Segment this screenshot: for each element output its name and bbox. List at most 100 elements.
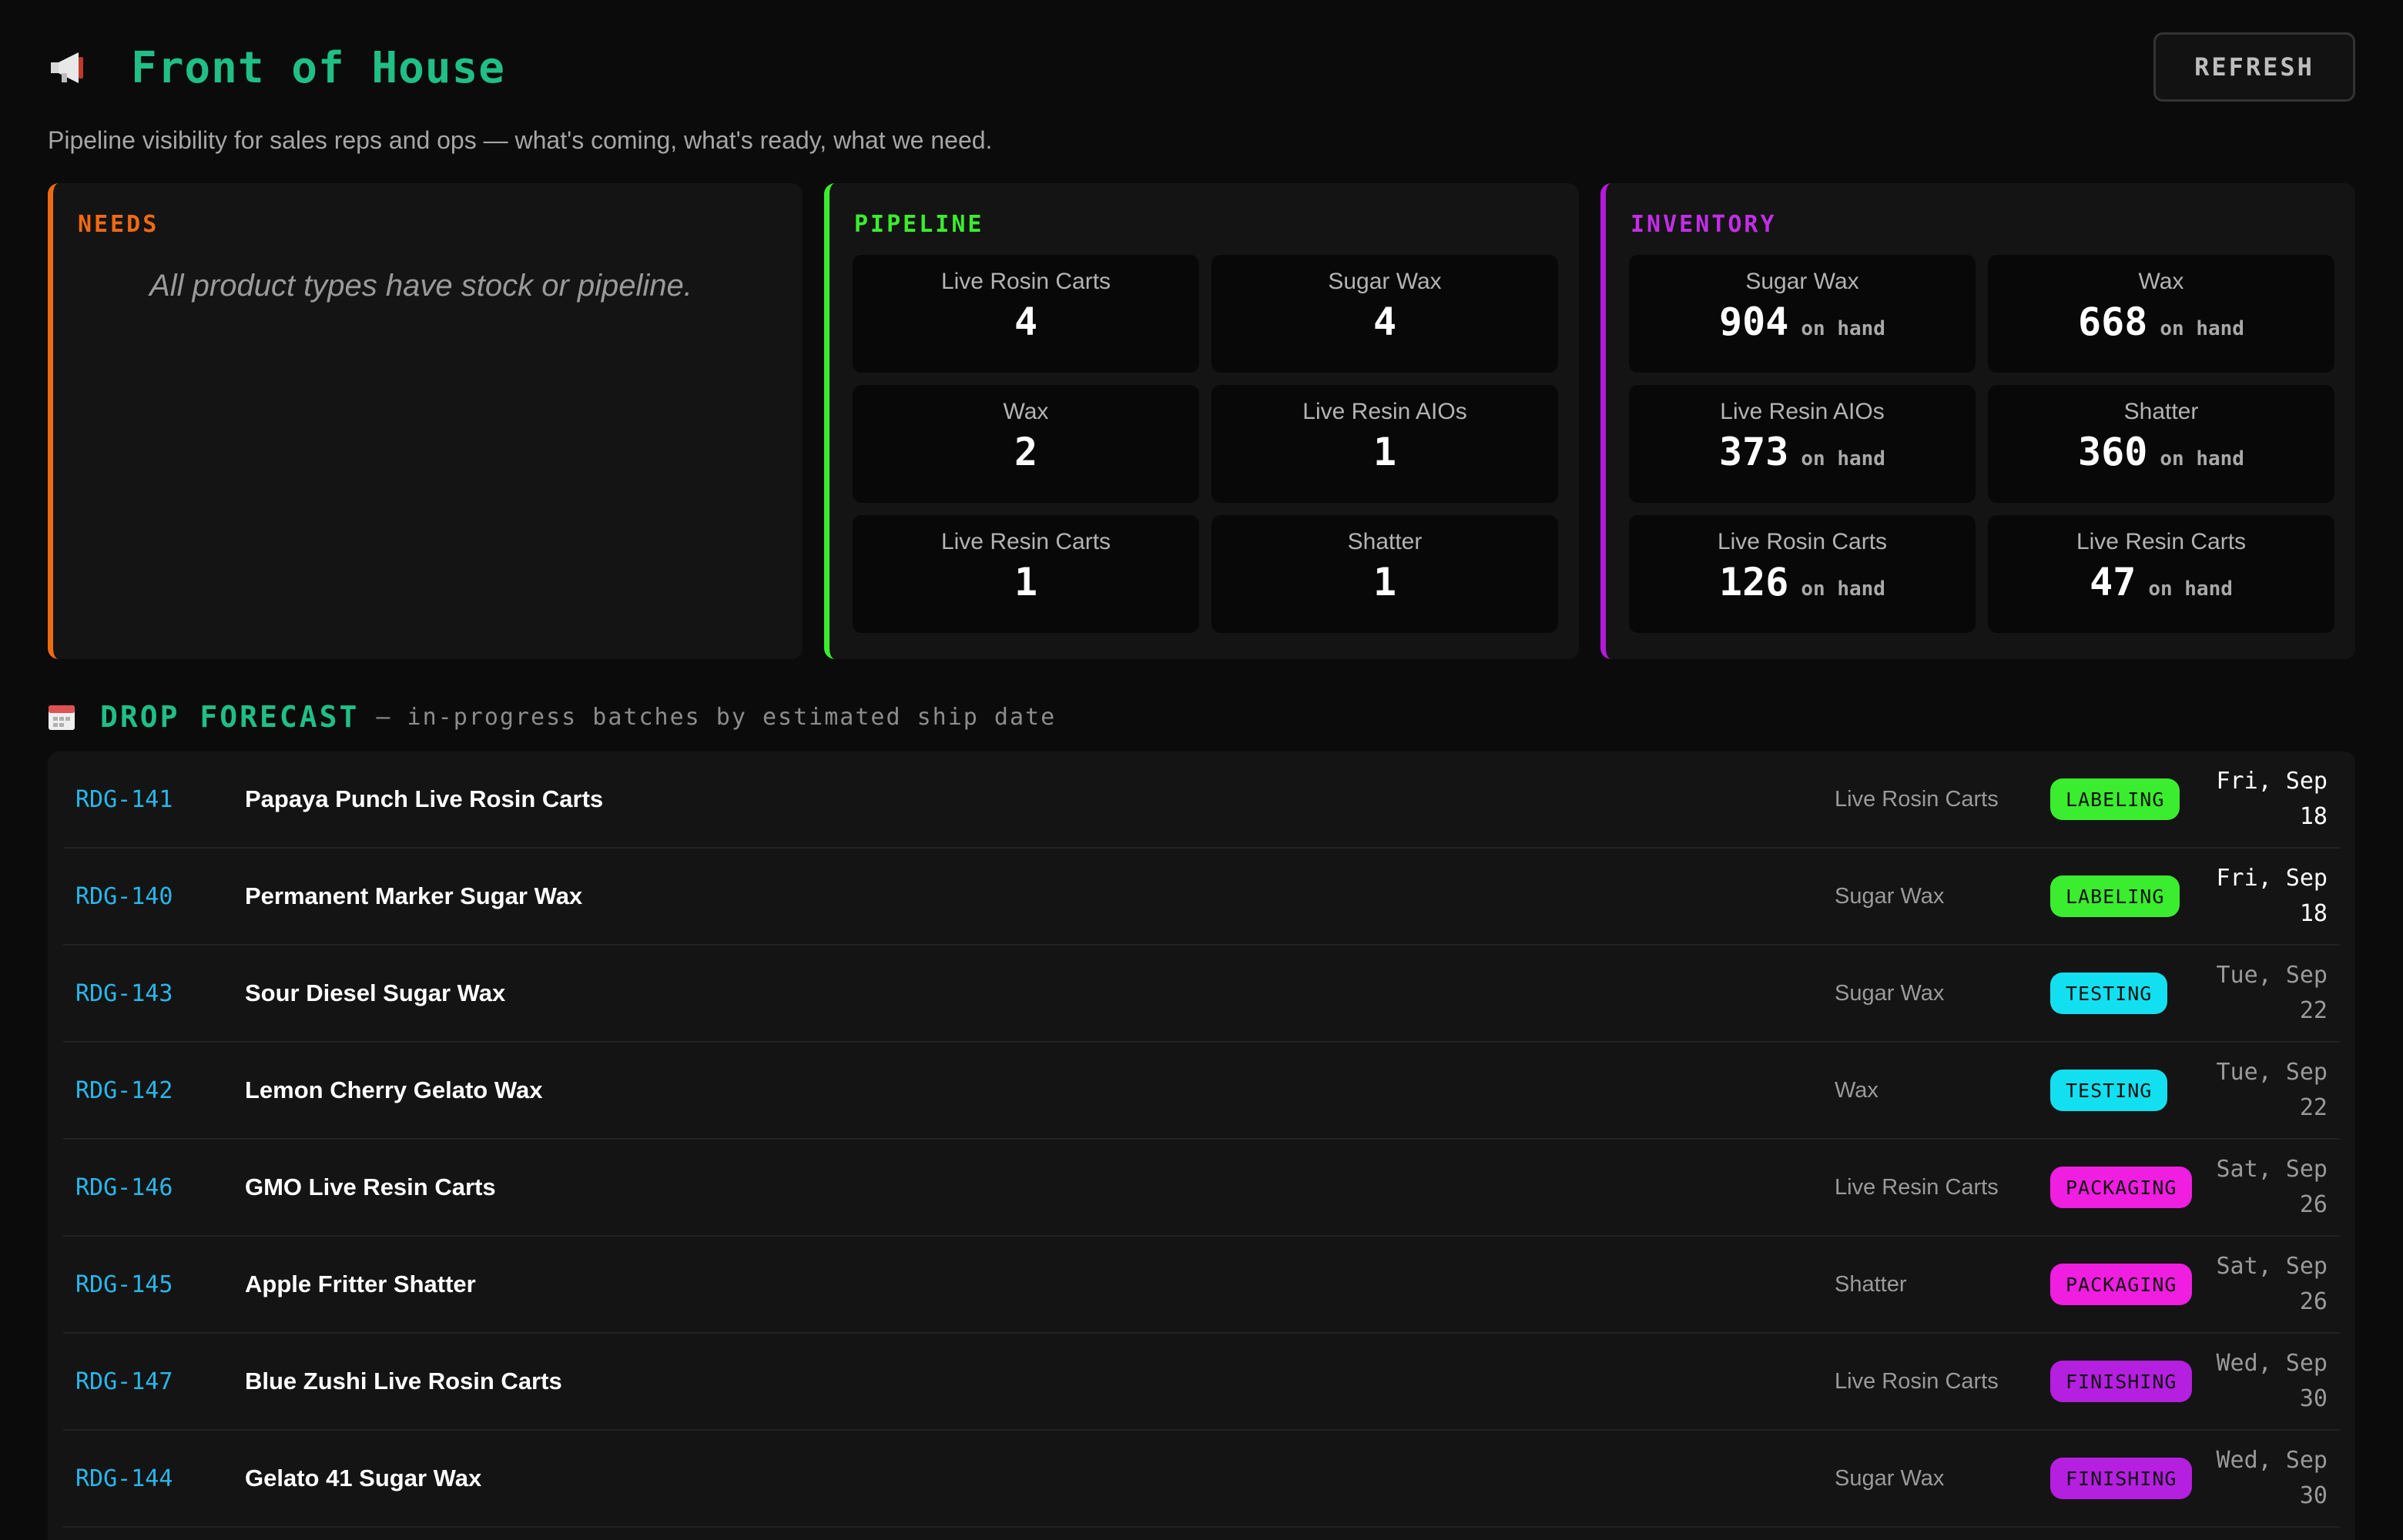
ship-date: Wed, Sep 30 bbox=[2216, 1350, 2328, 1412]
batch-type: Sugar Wax bbox=[1835, 980, 1945, 1006]
tile-label: Sugar Wax bbox=[1328, 269, 1442, 294]
ship-date: Sat, Sep 26 bbox=[2216, 1156, 2328, 1218]
tile-label: Live Resin AIOs bbox=[1302, 399, 1467, 424]
pipeline-tile: Wax 2 bbox=[853, 385, 1199, 503]
batch-id[interactable]: RDG-144 bbox=[75, 1465, 173, 1492]
inventory-tile: Wax 668 on hand bbox=[1988, 255, 2334, 373]
forecast-row[interactable]: RDG-145 Apple Fritter Shatter Shatter PA… bbox=[63, 1237, 2340, 1334]
needs-panel: NEEDS All product types have stock or pi… bbox=[48, 183, 803, 659]
tile-label: Live Resin Carts bbox=[940, 529, 1111, 554]
inventory-tile: Live Resin Carts 47 on hand bbox=[1988, 515, 2334, 633]
batch-type: Live Rosin Carts bbox=[1835, 1368, 1999, 1394]
ship-date: Tue, Sep 22 bbox=[2216, 962, 2328, 1024]
inventory-tile: Live Rosin Carts 126 on hand bbox=[1629, 515, 1976, 633]
tile-label: Live Resin AIOs bbox=[1720, 399, 1885, 424]
tile-unit: on hand bbox=[1801, 447, 1885, 470]
batch-id[interactable]: RDG-140 bbox=[75, 883, 173, 910]
forecast-header: DROP FORECAST — in-progress batches by e… bbox=[48, 698, 1056, 736]
status-badge: TESTING bbox=[2050, 1070, 2168, 1111]
tile-label: Sugar Wax bbox=[1745, 269, 1859, 294]
refresh-button[interactable]: REFRESH bbox=[2153, 32, 2355, 102]
batch-name: Gelato 41 Sugar Wax bbox=[245, 1465, 482, 1491]
pipeline-panel: PIPELINE Live Rosin Carts 4 Sugar Wax 4 Wa… bbox=[824, 183, 1579, 659]
page-title: Front of House bbox=[131, 42, 506, 93]
status-badge: TESTING bbox=[2050, 973, 2168, 1014]
tile-value: 1 bbox=[1372, 560, 1397, 604]
forecast-row[interactable]: RDG-147 Blue Zushi Live Rosin Carts Live… bbox=[63, 1334, 2340, 1431]
batch-id[interactable]: RDG-143 bbox=[75, 980, 173, 1007]
batch-name: Sour Diesel Sugar Wax bbox=[245, 979, 506, 1006]
status-badge: PACKAGING bbox=[2050, 1167, 2193, 1208]
megaphone-icon bbox=[48, 46, 91, 89]
tile-value: 1 bbox=[1372, 430, 1397, 474]
pipeline-tile: Live Resin Carts 1 bbox=[853, 515, 1199, 633]
inventory-tile: Live Resin AIOs 373 on hand bbox=[1629, 385, 1976, 503]
tile-label: Wax bbox=[1003, 399, 1049, 424]
batch-type: Wax bbox=[1835, 1077, 1878, 1103]
batch-type: Sugar Wax bbox=[1835, 1465, 1945, 1491]
ship-date: Tue, Sep 22 bbox=[2216, 1059, 2328, 1121]
ship-date: Fri, Sep 18 bbox=[2216, 768, 2328, 830]
ship-date: Fri, Sep 18 bbox=[2216, 865, 2328, 927]
status-badge: FINISHING bbox=[2050, 1361, 2193, 1402]
tile-label: Shatter bbox=[1347, 529, 1423, 554]
forecast-row[interactable]: RDG-140 Permanent Marker Sugar Wax Sugar… bbox=[63, 849, 2340, 946]
batch-id[interactable]: RDG-145 bbox=[75, 1271, 173, 1298]
tile-value: 373 bbox=[1719, 430, 1789, 474]
batch-name: Lemon Cherry Gelato Wax bbox=[245, 1076, 543, 1103]
batch-name: GMO Live Resin Carts bbox=[245, 1173, 496, 1200]
batch-name: Permanent Marker Sugar Wax bbox=[245, 882, 583, 909]
forecast-title: DROP FORECAST bbox=[100, 700, 360, 734]
pipeline-title: PIPELINE bbox=[854, 211, 984, 238]
tile-value: 360 bbox=[2078, 430, 2148, 474]
forecast-row[interactable]: RDG-143 Sour Diesel Sugar Wax Sugar Wax … bbox=[63, 946, 2340, 1043]
tile-unit: on hand bbox=[2160, 447, 2244, 470]
forecast-row[interactable]: RDG-142 Lemon Cherry Gelato Wax Wax TEST… bbox=[63, 1043, 2340, 1140]
batch-name: Blue Zushi Live Rosin Carts bbox=[245, 1368, 562, 1394]
ship-date: Wed, Sep 30 bbox=[2216, 1447, 2328, 1509]
pipeline-tile: Shatter 1 bbox=[1212, 515, 1558, 633]
tile-label: Wax bbox=[2138, 269, 2184, 294]
tile-value: 1 bbox=[1014, 560, 1038, 604]
tile-unit: on hand bbox=[1801, 317, 1885, 340]
tile-value: 904 bbox=[1719, 300, 1789, 344]
tile-unit: on hand bbox=[2160, 317, 2244, 340]
tile-value: 2 bbox=[1014, 430, 1038, 474]
page-subtitle: Pipeline visibility for sales reps and o… bbox=[48, 126, 993, 154]
forecast-row[interactable]: RDG-144 Gelato 41 Sugar Wax Sugar Wax FI… bbox=[63, 1431, 2340, 1528]
tile-unit: on hand bbox=[1801, 578, 1885, 601]
tile-unit: on hand bbox=[2148, 578, 2233, 601]
pipeline-tile: Live Resin AIOs 1 bbox=[1212, 385, 1558, 503]
batch-id[interactable]: RDG-141 bbox=[75, 786, 173, 813]
batch-id[interactable]: RDG-142 bbox=[75, 1077, 173, 1104]
batch-type: Live Rosin Carts bbox=[1835, 786, 1999, 812]
status-badge: PACKAGING bbox=[2050, 1264, 2193, 1305]
tile-label: Live Resin Carts bbox=[2076, 529, 2247, 554]
inventory-panel: INVENTORY Sugar Wax 904 on hand Wax 668 on h… bbox=[1600, 183, 2355, 659]
status-badge: FINISHING bbox=[2050, 1458, 2193, 1499]
inventory-tile: Sugar Wax 904 on hand bbox=[1629, 255, 1976, 373]
calendar-icon bbox=[48, 703, 75, 731]
batch-type: Sugar Wax bbox=[1835, 883, 1945, 909]
status-badge: LABELING bbox=[2050, 778, 2180, 820]
batch-type: Shatter bbox=[1835, 1271, 1907, 1297]
batch-name: Papaya Punch Live Rosin Carts bbox=[245, 785, 604, 812]
forecast-row[interactable]: RDG-146 GMO Live Resin Carts Live Resin … bbox=[63, 1140, 2340, 1237]
status-badge: LABELING bbox=[2050, 875, 2180, 917]
forecast-subtitle: — in-progress batches by estimated ship … bbox=[376, 703, 1057, 731]
batch-type: Live Resin Carts bbox=[1835, 1174, 1999, 1200]
forecast-row[interactable]: RDG-141 Papaya Punch Live Rosin Carts Li… bbox=[63, 752, 2340, 849]
tile-value: 4 bbox=[1372, 300, 1397, 344]
tile-label: Live Rosin Carts bbox=[1717, 529, 1888, 554]
tile-value: 126 bbox=[1719, 560, 1789, 604]
inventory-title: INVENTORY bbox=[1630, 211, 1777, 238]
ship-date: Sat, Sep 26 bbox=[2216, 1253, 2328, 1315]
needs-title: NEEDS bbox=[78, 211, 159, 238]
batch-id[interactable]: RDG-146 bbox=[75, 1174, 173, 1201]
batch-id[interactable]: RDG-147 bbox=[75, 1368, 173, 1395]
tile-value: 668 bbox=[2078, 300, 2148, 344]
needs-message: All product types have stock or pipeline… bbox=[149, 269, 692, 303]
page-header: Front of House REFRESH bbox=[48, 31, 2355, 105]
pipeline-tile: Live Rosin Carts 4 bbox=[853, 255, 1199, 373]
tile-value: 4 bbox=[1014, 300, 1038, 344]
